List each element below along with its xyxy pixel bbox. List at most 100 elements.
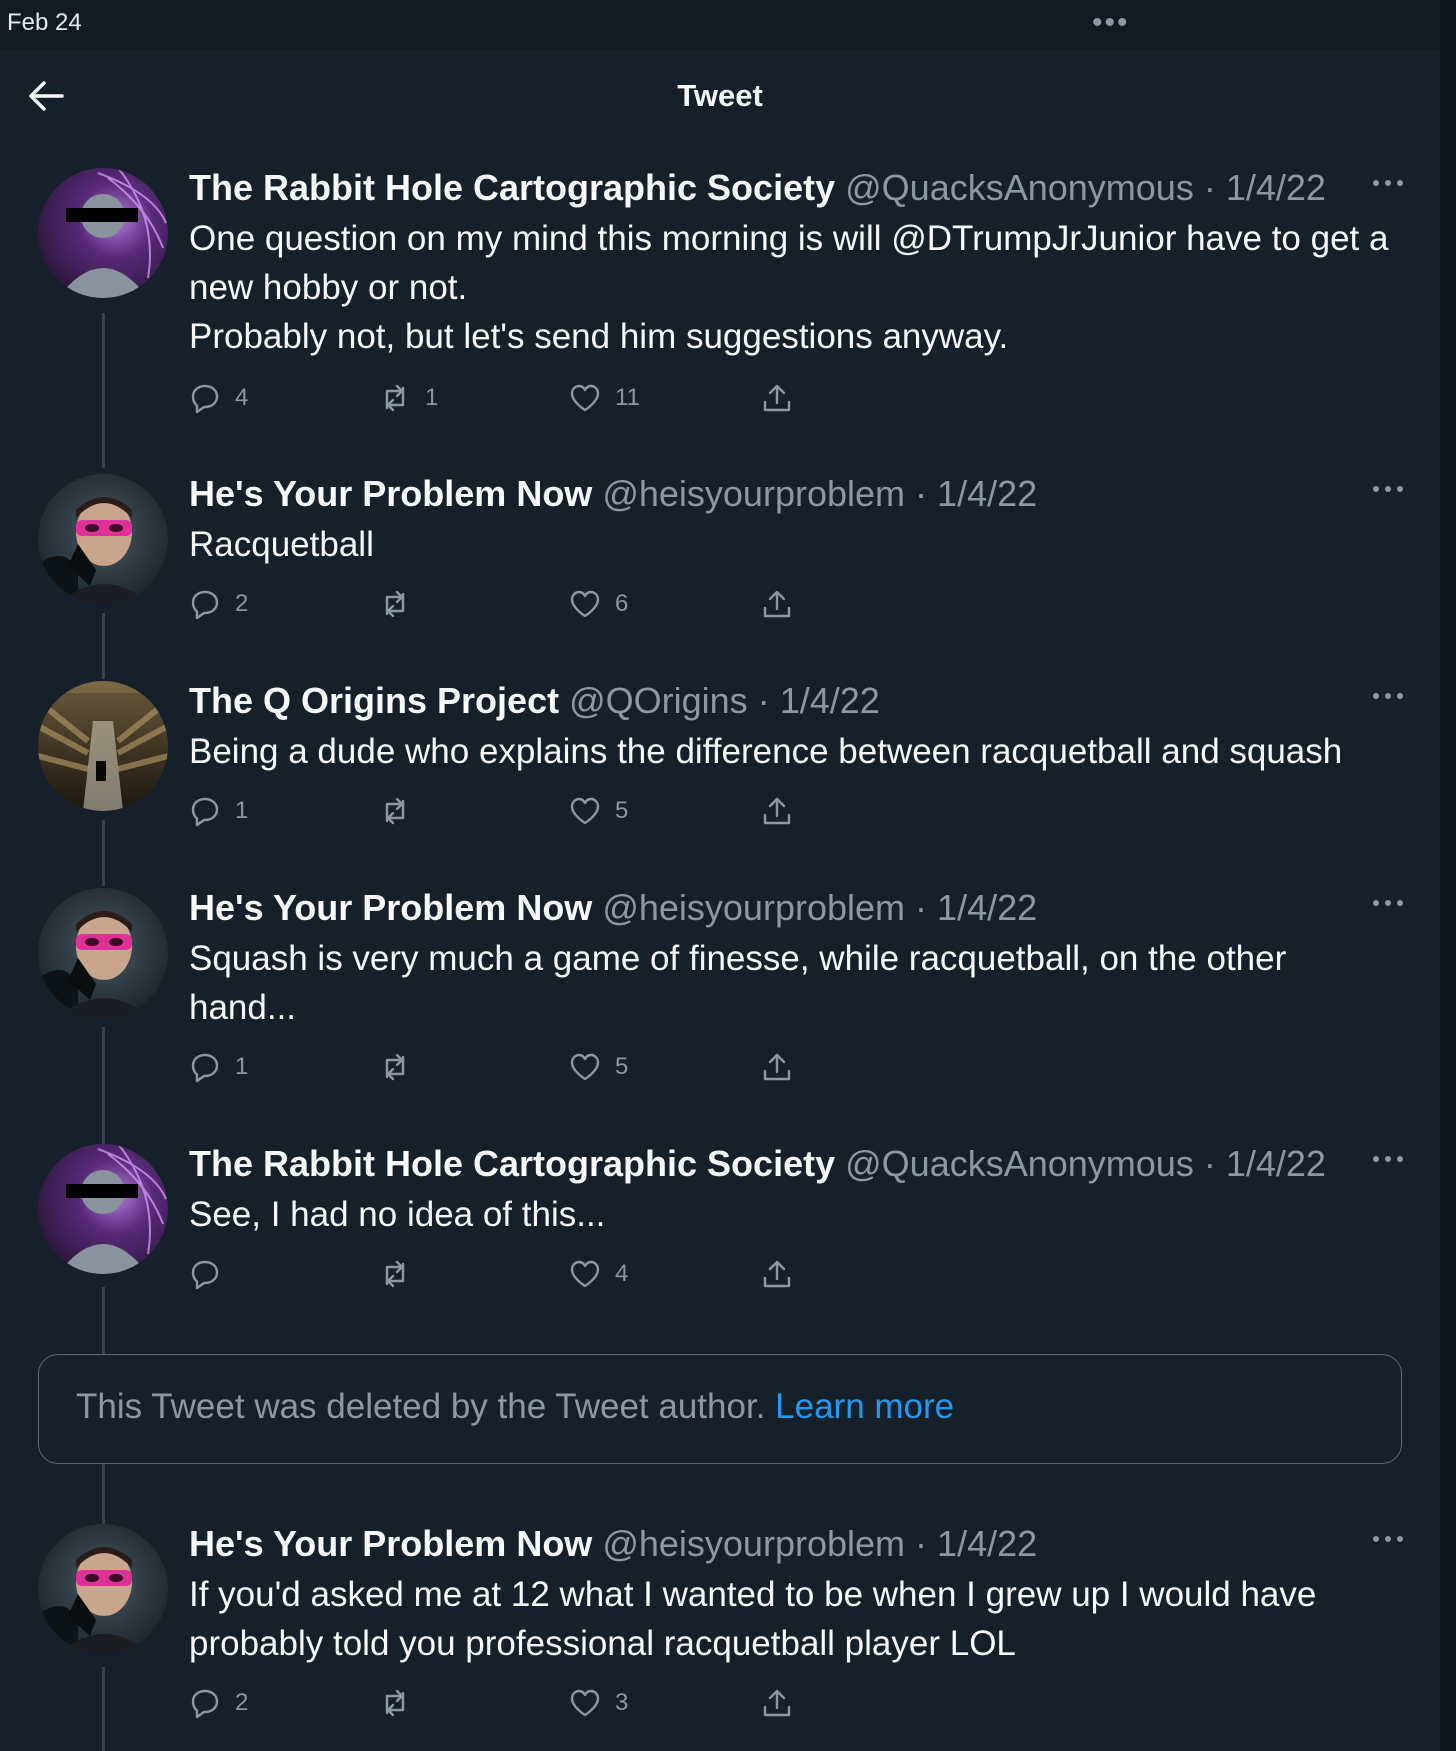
tweet-text: Racquetball (189, 525, 374, 564)
tweet-text: One question on my mind this morning is … (189, 219, 1389, 356)
reply-button[interactable]: 2 (189, 1685, 248, 1721)
reply-button[interactable] (189, 1256, 235, 1292)
reply-button[interactable]: 4 (189, 380, 248, 416)
tweet-date[interactable]: 1/4/22 (1226, 167, 1326, 208)
author-handle[interactable]: @QOrigins (569, 680, 748, 721)
top-bar: Tweet (0, 50, 1440, 140)
separator: · (1203, 167, 1216, 208)
like-button[interactable]: 3 (569, 1685, 628, 1721)
reply-icon (191, 384, 219, 414)
share-button[interactable] (761, 380, 793, 416)
thread-line (102, 1464, 105, 1526)
tweet-date[interactable]: 1/4/22 (937, 1523, 1037, 1564)
tweet-actions: 1 5 (189, 1049, 829, 1089)
avatar-maze[interactable] (38, 681, 168, 811)
more-options-icon[interactable] (1370, 474, 1406, 504)
more-options-icon[interactable] (1370, 681, 1406, 711)
like-count: 6 (615, 590, 629, 617)
retweet-button[interactable] (379, 1049, 425, 1085)
author-name[interactable]: He's Your Problem Now (189, 1523, 592, 1564)
more-options-icon[interactable] (1370, 1144, 1406, 1174)
like-button[interactable]: 11 (569, 380, 640, 416)
thread-line (102, 1287, 105, 1354)
share-button[interactable] (761, 1685, 793, 1721)
reply-count: 1 (235, 797, 249, 824)
tweet-header: He's Your Problem Now @heisyourproblem ·… (189, 1524, 1037, 1564)
separator: · (757, 680, 770, 721)
tweet-date[interactable]: 1/4/22 (780, 680, 880, 721)
author-name[interactable]: He's Your Problem Now (189, 887, 592, 928)
reply-count: 2 (235, 1689, 249, 1716)
tweet-date[interactable]: 1/4/22 (937, 473, 1037, 514)
avatar-masked-man[interactable] (38, 474, 168, 604)
avatar-masked-man[interactable] (38, 1524, 168, 1654)
deleted-message: This Tweet was deleted by the Tweet auth… (76, 1387, 766, 1426)
retweet-button[interactable] (379, 793, 425, 829)
reply-count: 1 (235, 1053, 249, 1080)
retweet-button[interactable] (379, 1256, 425, 1292)
deleted-notice-text: This Tweet was deleted by the Tweet auth… (76, 1387, 954, 1427)
retweet-button[interactable]: 1 (379, 380, 438, 416)
share-button[interactable] (761, 1256, 793, 1292)
thread-line (102, 613, 105, 679)
author-handle[interactable]: @heisyourproblem (602, 887, 905, 928)
tweet-text: See, I had no idea of this... (189, 1195, 606, 1234)
share-button[interactable] (761, 793, 793, 829)
thread-line (102, 820, 105, 886)
reply-button[interactable]: 2 (189, 586, 248, 622)
retweet-button[interactable] (379, 1685, 425, 1721)
retweet-count: 1 (425, 384, 439, 411)
separator: · (915, 1523, 928, 1564)
page-title: Tweet (677, 78, 763, 113)
heart-icon (570, 590, 600, 618)
share-button[interactable] (761, 1049, 793, 1085)
more-options-icon[interactable] (1370, 1524, 1406, 1554)
tweet-date[interactable]: 1/4/22 (1226, 1143, 1326, 1184)
multitasking-dots-icon[interactable]: ••• (1092, 8, 1130, 38)
author-name[interactable]: The Rabbit Hole Cartographic Society (189, 1143, 835, 1184)
tweet-date[interactable]: 1/4/22 (937, 887, 1037, 928)
reply-icon (191, 797, 219, 827)
like-count: 4 (615, 1260, 629, 1287)
status-date: Feb 24 (7, 9, 82, 36)
retweet-icon (385, 797, 405, 825)
reply-icon (191, 1689, 219, 1719)
reply-count: 4 (235, 384, 249, 411)
avatar-masked-man[interactable] (38, 888, 168, 1018)
retweet-button[interactable] (379, 586, 425, 622)
avatar-rabbit-hole[interactable] (38, 168, 168, 298)
share-icon (763, 384, 791, 412)
reply-button[interactable]: 1 (189, 1049, 248, 1085)
author-name[interactable]: The Q Origins Project (189, 680, 559, 721)
like-button[interactable]: 5 (569, 1049, 628, 1085)
reply-button[interactable]: 1 (189, 793, 248, 829)
like-button[interactable]: 5 (569, 793, 628, 829)
tweet-actions: 2 3 (189, 1685, 829, 1725)
heart-icon (570, 797, 600, 825)
separator: · (1203, 1143, 1216, 1184)
share-button[interactable] (761, 586, 793, 622)
separator: · (915, 887, 928, 928)
author-handle[interactable]: @QuacksAnonymous (845, 1143, 1194, 1184)
share-icon (763, 1689, 791, 1717)
author-name[interactable]: He's Your Problem Now (189, 473, 592, 514)
tweet-text: Being a dude who explains the difference… (189, 732, 1343, 771)
tweet-actions: 4 (189, 1256, 829, 1296)
author-handle[interactable]: @heisyourproblem (602, 1523, 905, 1564)
more-options-icon[interactable] (1370, 168, 1406, 198)
more-options-icon[interactable] (1370, 888, 1406, 918)
author-handle[interactable]: @heisyourproblem (602, 473, 905, 514)
like-button[interactable]: 4 (569, 1256, 628, 1292)
like-button[interactable]: 6 (569, 586, 628, 622)
learn-more-link[interactable]: Learn more (775, 1387, 954, 1426)
thread-line (102, 313, 105, 468)
share-icon (763, 590, 791, 618)
avatar-rabbit-hole[interactable] (38, 1144, 168, 1274)
author-name[interactable]: The Rabbit Hole Cartographic Society (189, 167, 835, 208)
status-bar: Feb 24 ••• (0, 0, 1456, 50)
thread-line (102, 1667, 105, 1751)
heart-icon (570, 1689, 600, 1717)
reply-icon (191, 590, 219, 620)
tweet-header: The Rabbit Hole Cartographic Society @Qu… (189, 168, 1326, 208)
author-handle[interactable]: @QuacksAnonymous (845, 167, 1194, 208)
